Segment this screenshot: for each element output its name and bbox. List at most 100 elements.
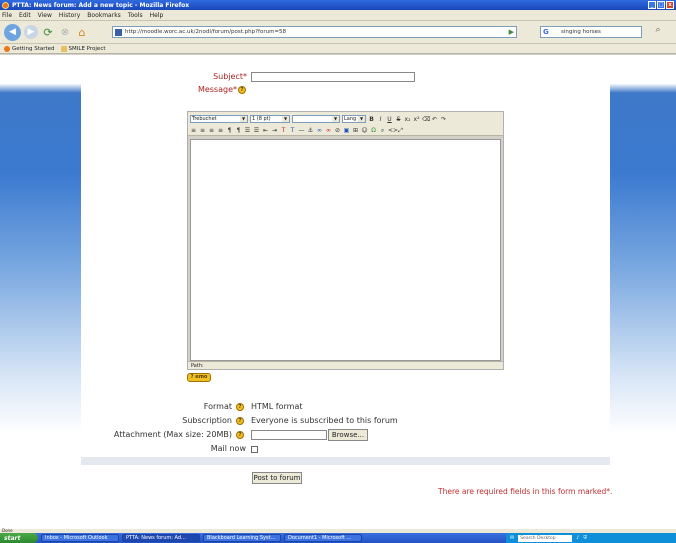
format-label: Format [203, 402, 232, 411]
unlink-icon[interactable]: ∞ [325, 127, 332, 134]
window-controls: _ □ x [648, 1, 674, 9]
forward-arrow-icon[interactable]: ▶ [24, 25, 38, 39]
message-label: Message* [197, 85, 237, 94]
menu-bookmarks[interactable]: Bookmarks [87, 12, 121, 19]
search-magnifier-icon[interactable]: ⌕ [651, 25, 665, 39]
menu-edit[interactable]: Edit [19, 12, 31, 19]
size-select[interactable]: 1 (8 pt) ▼ [250, 115, 290, 123]
help-icon[interactable]: ? [236, 403, 244, 411]
bookmark-smile-project[interactable]: SMILE Project [60, 45, 106, 52]
undo-icon[interactable]: ↶ [431, 116, 438, 123]
smiley-icon[interactable]: ☺ [361, 127, 368, 134]
navigation-toolbar: ◀ ▶ ⟳ ⊗ ⌂ http://moodle.worc.ac.uk/2nodl… [0, 21, 676, 44]
unordered-list-icon[interactable]: ☰ [253, 127, 260, 134]
html-source-icon[interactable]: <> [388, 127, 398, 134]
tray-icon[interactable]: ⛨ [583, 535, 587, 541]
horizontal-rule-icon[interactable]: — [298, 127, 305, 134]
style-select[interactable]: ▼ [292, 115, 340, 123]
table-icon[interactable]: ⊞ [352, 127, 359, 134]
outdent-icon[interactable]: ⇤ [262, 127, 269, 134]
bookmarks-toolbar: Getting Started SMILE Project [0, 44, 676, 54]
text-color-icon[interactable]: T [280, 127, 287, 134]
subscription-label: Subscription [182, 416, 232, 425]
chevron-down-icon: ▼ [282, 116, 289, 122]
menu-tools[interactable]: Tools [128, 12, 143, 19]
bold-icon[interactable]: B [368, 116, 375, 123]
subscript-icon[interactable]: x₂ [404, 116, 411, 123]
browse-button[interactable]: Browse... [328, 429, 368, 441]
task-blackboard[interactable]: Blackboard Learning Syst... [203, 534, 281, 542]
html-editor: Trebuchet ▼ 1 (8 pt) ▼ ▼ Lang ▼ B I U S x₂ … [187, 111, 504, 370]
help-icon[interactable]: ? [238, 86, 246, 94]
desktop-search-input[interactable]: Search Desktop [518, 534, 573, 542]
ordered-list-icon[interactable]: ☰ [244, 127, 251, 134]
go-arrow-icon[interactable]: ▶ [509, 28, 514, 36]
underline-icon[interactable]: U [386, 116, 393, 123]
nolink-icon[interactable]: ⊘ [334, 127, 341, 134]
redo-icon[interactable]: ↷ [440, 116, 447, 123]
post-to-forum-button[interactable]: Post to forum [252, 472, 302, 484]
windows-taskbar: start Inbox - Microsoft Outlook PTTA: Ne… [0, 533, 676, 543]
justify-icon[interactable]: ≡ [217, 127, 224, 134]
editor-help-button[interactable]: ? emo [187, 373, 211, 382]
editor-toolbar: Trebuchet ▼ 1 (8 pt) ▼ ▼ Lang ▼ B I U S x₂ … [188, 112, 503, 136]
search-value: singing horses [561, 29, 601, 35]
maximize-button[interactable]: □ [657, 1, 665, 9]
lang-select[interactable]: Lang ▼ [342, 115, 366, 123]
align-left-icon[interactable]: ≡ [190, 127, 197, 134]
home-icon[interactable]: ⌂ [75, 25, 89, 39]
rtl-icon[interactable]: ¶ [235, 127, 242, 134]
strikethrough-icon[interactable]: S [395, 116, 402, 123]
menu-view[interactable]: View [38, 12, 52, 19]
firefox-bookmark-icon [4, 45, 10, 52]
subject-label: Subject* [213, 72, 247, 81]
help-icon[interactable]: ? [236, 417, 244, 425]
align-right-icon[interactable]: ≡ [208, 127, 215, 134]
anchor-icon[interactable]: ⚓ [307, 127, 314, 134]
start-button[interactable]: start [0, 533, 38, 543]
message-textarea[interactable] [190, 139, 501, 361]
minimize-button[interactable]: _ [648, 1, 656, 9]
close-button[interactable]: x [666, 1, 674, 9]
task-word[interactable]: Document1 - Microsoft ... [284, 534, 362, 542]
tray-icon[interactable]: ♪ [576, 535, 579, 541]
fullscreen-icon[interactable]: ⤢ [397, 127, 404, 134]
chevron-down-icon: ▼ [358, 116, 365, 122]
mailnow-label: Mail now [210, 444, 246, 453]
bg-color-icon[interactable]: T [289, 127, 296, 134]
attachment-label: Attachment (Max size: 20MB) [113, 430, 232, 439]
menu-bar: File Edit View History Bookmarks Tools H… [0, 10, 676, 21]
task-outlook[interactable]: Inbox - Microsoft Outlook [41, 534, 119, 542]
reload-icon[interactable]: ⟳ [41, 25, 55, 39]
special-char-icon[interactable]: Ω [370, 127, 377, 134]
task-firefox[interactable]: PTTA: News forum: Ad... [122, 534, 200, 542]
subject-field[interactable] [251, 72, 415, 83]
image-icon[interactable]: ▣ [343, 127, 350, 134]
ltr-icon[interactable]: ¶ [226, 127, 233, 134]
bookmark-getting-started[interactable]: Getting Started [4, 45, 55, 52]
menu-history[interactable]: History [59, 12, 80, 19]
indent-icon[interactable]: ⇥ [271, 127, 278, 134]
mailnow-checkbox[interactable] [251, 446, 258, 453]
tray-icon[interactable]: ✉ [510, 535, 514, 541]
back-arrow-icon[interactable]: ◀ [4, 23, 21, 41]
link-icon[interactable]: ∞ [316, 127, 323, 134]
font-select[interactable]: Trebuchet ▼ [190, 115, 248, 123]
menu-file[interactable]: File [2, 12, 12, 19]
superscript-icon[interactable]: x² [413, 116, 420, 123]
menu-help[interactable]: Help [150, 12, 164, 19]
clean-word-icon[interactable]: ⌫ [422, 116, 430, 123]
help-icon[interactable]: ? [236, 431, 244, 439]
site-favicon-icon [115, 29, 122, 36]
window-title: PTTA: News forum: Add a new topic - Mozi… [12, 1, 190, 9]
align-center-icon[interactable]: ≡ [199, 127, 206, 134]
attachment-file-input[interactable] [251, 430, 327, 440]
search-replace-icon[interactable]: ⌕ [379, 127, 386, 134]
italic-icon[interactable]: I [377, 116, 384, 123]
window-titlebar: PTTA: News forum: Add a new topic - Mozi… [0, 0, 676, 10]
lang-value: Lang [344, 116, 357, 122]
address-bar[interactable]: http://moodle.worc.ac.uk/2nodl/forum/pos… [112, 26, 517, 38]
search-box[interactable]: G singing horses [540, 26, 642, 38]
subject-input[interactable] [252, 74, 414, 83]
stop-icon[interactable]: ⊗ [58, 25, 72, 39]
